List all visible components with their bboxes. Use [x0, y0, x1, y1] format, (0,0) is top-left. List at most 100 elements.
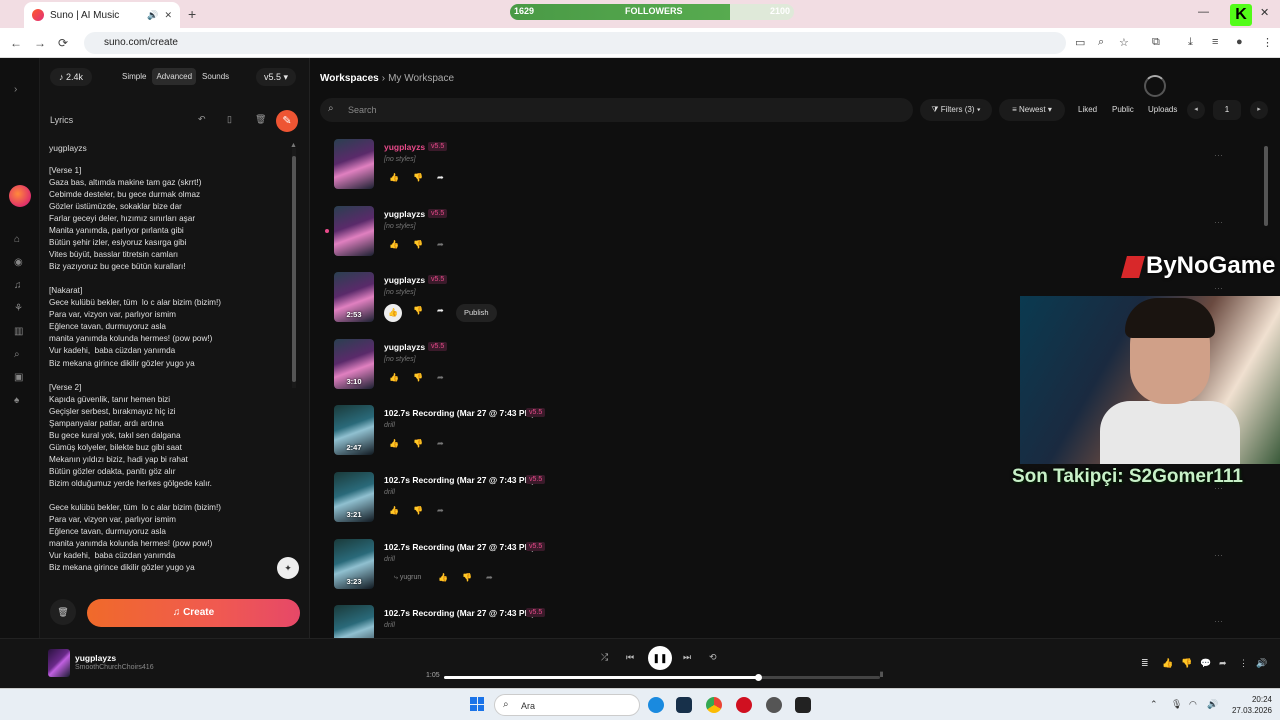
song-cover[interactable]: 2:47 — [334, 405, 374, 456]
like-icon[interactable]: 👍 — [389, 506, 399, 515]
notifications-icon[interactable]: ♠ — [14, 395, 19, 406]
song-title[interactable]: yugplayzs — [384, 209, 425, 219]
speaker-icon[interactable]: 🔊 — [147, 10, 158, 21]
now-playing-thumbnail[interactable] — [48, 649, 70, 677]
prev-page-icon[interactable]: ◂ — [1187, 101, 1205, 119]
dislike-icon[interactable]: 👎 — [413, 306, 423, 315]
forward-icon[interactable]: → — [34, 36, 46, 50]
dislike-icon[interactable]: 👎 — [413, 439, 423, 448]
credits-badge[interactable]: ♪ 2.4k — [50, 68, 92, 86]
expand-sidebar-icon[interactable]: › — [14, 84, 17, 95]
next-page-icon[interactable]: ▸ — [1250, 101, 1268, 119]
chrome-icon[interactable] — [706, 697, 722, 713]
home-icon[interactable]: ⌂ — [14, 234, 20, 245]
cast-icon[interactable]: ▭ — [1075, 36, 1085, 49]
create-button[interactable]: ♫ Create — [87, 599, 300, 627]
crumb-workspaces[interactable]: Workspaces — [320, 73, 379, 84]
song-title-field[interactable]: yugplayzs — [49, 143, 87, 153]
close-tab-icon[interactable]: ✕ — [164, 10, 172, 21]
tab-simple[interactable]: Simple — [118, 68, 150, 85]
remix-credit[interactable]: ⤷ yugrun — [394, 574, 421, 582]
repeat-icon[interactable]: ⟲ — [709, 652, 717, 663]
song-more-icon[interactable]: ⋯ — [1214, 217, 1223, 228]
song-title[interactable]: 102.7s Recording (Mar 27 @ 7:43 PM) — [384, 542, 534, 552]
filter-liked[interactable]: Liked — [1078, 105, 1097, 114]
share-icon[interactable]: ➦ — [437, 506, 444, 515]
queue-icon[interactable]: ≣ — [1141, 658, 1149, 669]
shuffle-icon[interactable]: ⤮ — [601, 652, 608, 663]
song-more-icon[interactable]: ⋯ — [1214, 150, 1223, 161]
share-icon[interactable]: ➦ — [437, 240, 444, 249]
share-icon[interactable]: ➦ — [437, 173, 444, 182]
next-track-icon[interactable]: ⏭ — [683, 652, 691, 663]
page-number[interactable]: 1 — [1213, 100, 1241, 120]
song-title[interactable]: yugplayzs — [384, 342, 425, 352]
song-more-icon[interactable]: ⋯ — [1214, 616, 1223, 627]
profile-avatar-icon[interactable]: ● — [1236, 36, 1243, 48]
volume-icon[interactable]: 🔊 — [1256, 658, 1267, 669]
song-more-icon[interactable]: ⋯ — [1214, 550, 1223, 561]
like-button[interactable]: 👍 — [384, 304, 402, 323]
song-title[interactable]: 102.7s Recording (Mar 27 @ 7:43 PM) — [384, 475, 534, 485]
dislike-icon[interactable]: 👎 — [413, 373, 423, 382]
share-icon[interactable]: ➦ — [437, 306, 444, 315]
extensions-icon[interactable]: ⧉ — [1152, 36, 1160, 49]
dislike-icon[interactable]: 👎 — [413, 173, 423, 182]
song-cover[interactable]: 3:23 — [334, 538, 374, 589]
delete-lyrics-icon[interactable]: 🗑 — [255, 114, 266, 125]
tray-chevron-icon[interactable]: ⌃ — [1150, 699, 1158, 710]
progress-handle[interactable] — [754, 674, 762, 681]
browser-menu-icon[interactable]: ⋮ — [1262, 36, 1273, 49]
song-cover[interactable]: 3:10 — [334, 338, 374, 389]
opera-icon[interactable] — [736, 697, 752, 713]
share-icon[interactable]: ➦ — [437, 439, 444, 448]
steam-icon[interactable] — [676, 697, 692, 713]
create-icon[interactable]: ♫ — [14, 280, 22, 291]
song-title[interactable]: 102.7s Recording (Mar 27 @ 7:43 PM) — [384, 408, 534, 418]
comment-icon[interactable]: 💬 — [1200, 658, 1211, 669]
now-playing-artist[interactable]: SmoothChurchChoirs416 — [75, 664, 154, 671]
song-cover[interactable] — [334, 205, 374, 256]
search-icon[interactable]: ⌕ — [14, 349, 20, 360]
share-icon[interactable]: ➦ — [486, 573, 493, 582]
model-version-select[interactable]: v5.5 ▾ — [256, 68, 296, 86]
more-icon[interactable]: ⋮ — [1239, 658, 1248, 669]
edge-icon[interactable] — [648, 697, 664, 713]
sort-dropdown[interactable]: ≡ Newest ▾ — [999, 99, 1065, 121]
share-icon[interactable]: ➦ — [437, 373, 444, 382]
reading-list-icon[interactable]: ≡ — [1212, 36, 1218, 48]
song-row[interactable]: yugplayzs v5.5 [no styles] 👍 👎 ➦ ⋯ — [334, 136, 1234, 196]
zoom-icon[interactable]: ⌕ — [1098, 36, 1104, 49]
like-icon[interactable]: 👍 — [389, 373, 399, 382]
song-row[interactable]: yugplayzs v5.5 [no styles] 👍 👎 ➦ ⋯ — [325, 203, 1234, 263]
like-icon[interactable]: 👍 — [438, 573, 448, 582]
song-title[interactable]: 102.7s Recording (Mar 27 @ 7:43 PM) — [384, 608, 534, 618]
microphone-icon[interactable]: 🎙 — [1171, 699, 1182, 710]
settings-gear-icon[interactable] — [795, 697, 811, 713]
previous-track-icon[interactable]: ⏮ — [626, 652, 634, 663]
undo-icon[interactable]: ↶ — [198, 114, 206, 125]
back-icon[interactable]: ← — [10, 36, 22, 50]
minimize-icon[interactable]: — — [1198, 6, 1209, 18]
tab-sounds[interactable]: Sounds — [198, 68, 233, 85]
song-cover[interactable] — [334, 139, 374, 189]
song-title[interactable]: yugplayzs — [384, 142, 425, 152]
new-tab-button[interactable]: + — [188, 6, 196, 22]
song-row[interactable]: 3:23 102.7s Recording (Mar 27 @ 7:43 PM) v… — [334, 536, 1234, 596]
song-title[interactable]: yugplayzs — [384, 275, 425, 285]
windows-start-icon[interactable] — [470, 697, 484, 711]
like-icon[interactable]: 👍 — [389, 240, 399, 249]
reload-icon[interactable]: ⟳ — [58, 36, 68, 50]
browser-tab-suno[interactable]: Suno | AI Music 🔊 ✕ — [24, 2, 180, 28]
like-icon[interactable]: 👍 — [1162, 658, 1173, 669]
enhance-lyrics-button[interactable]: ✦ — [277, 557, 299, 579]
filter-public[interactable]: Public — [1112, 105, 1134, 114]
lyrics-scrollbar-thumb[interactable] — [292, 156, 296, 382]
tab-advanced[interactable]: Advanced — [152, 68, 197, 85]
progress-slider[interactable] — [444, 674, 880, 681]
dislike-icon[interactable]: 👎 — [413, 240, 423, 249]
scroll-up-icon[interactable]: ▲ — [290, 142, 297, 149]
like-icon[interactable]: 👍 — [389, 173, 399, 182]
publish-button[interactable]: Publish — [456, 304, 497, 323]
filters-button[interactable]: ⧩ Filters (3) ▾ — [920, 99, 992, 121]
